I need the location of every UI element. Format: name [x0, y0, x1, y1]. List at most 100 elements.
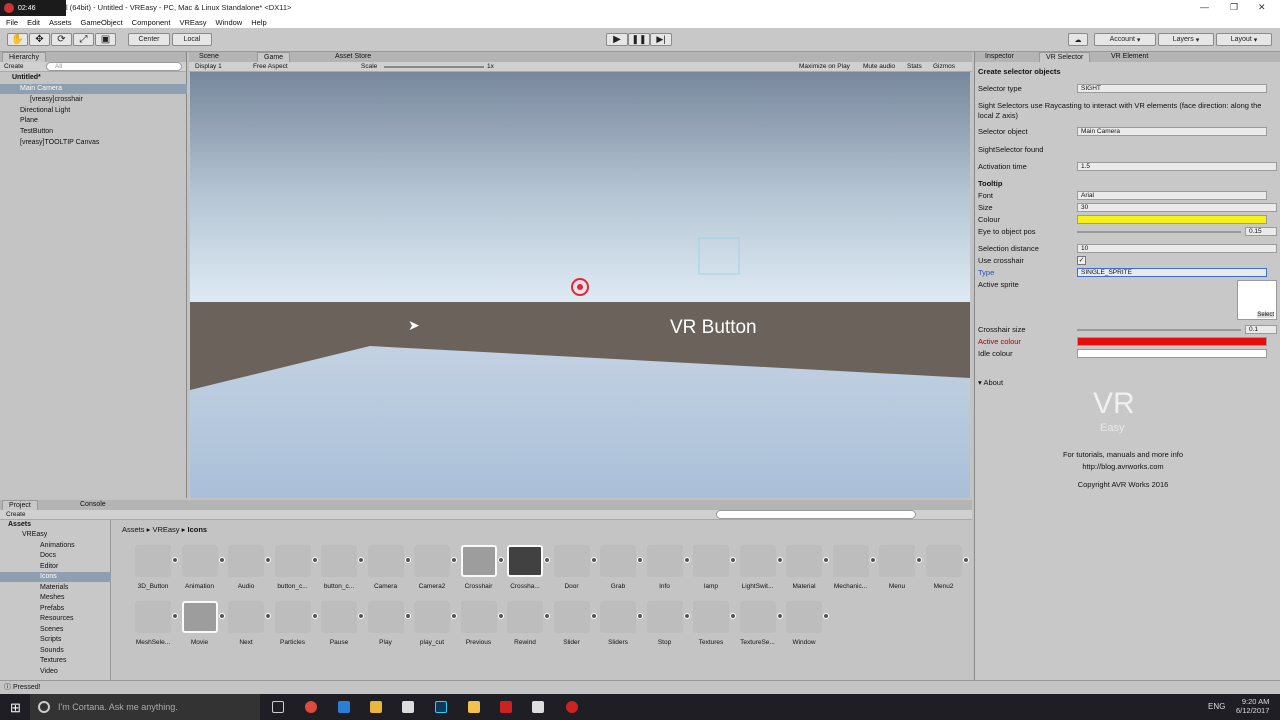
close-icon[interactable]: ✕ [1258, 2, 1266, 13]
selector-type-dropdown[interactable]: SIGHT [1077, 84, 1267, 93]
taskbar-clock[interactable]: 9:20 AM 6/12/2017 [1236, 697, 1269, 715]
tab-asset-store[interactable]: Asset Store [329, 52, 377, 62]
folder-vreasy[interactable]: VREasy [0, 530, 111, 540]
asset-item[interactable]: LightSwit... [735, 545, 783, 597]
type-dropdown[interactable]: SINGLE_SPRITE [1077, 268, 1267, 277]
recorder-icon[interactable] [566, 701, 578, 713]
hierarchy-item-tooltip-canvas[interactable]: [vreasy]TOOLTIP Canvas [0, 138, 187, 148]
menu-help[interactable]: Help [251, 18, 266, 27]
pause-icon[interactable]: ❚❚ [628, 33, 650, 46]
step-icon[interactable]: ▶| [650, 33, 672, 46]
play-icon[interactable]: ▶ [606, 33, 628, 46]
folder-editor[interactable]: Editor [0, 562, 111, 572]
gizmos-dropdown[interactable]: Gizmos [933, 63, 955, 70]
pivot-space-button[interactable]: Local [172, 33, 212, 46]
asset-item[interactable]: Grab [595, 545, 643, 597]
rotate-tool-icon[interactable]: ⟳ [51, 33, 72, 46]
idle-colour-swatch[interactable] [1077, 349, 1267, 358]
selection-distance-field[interactable]: 10 [1077, 244, 1277, 253]
hierarchy-create-button[interactable]: Create [4, 63, 24, 70]
asset-item[interactable]: button_c... [316, 545, 364, 597]
tab-hierarchy[interactable]: Hierarchy [2, 52, 46, 62]
hand-tool-icon[interactable]: ✋ [7, 33, 28, 46]
tab-inspector[interactable]: Inspector [979, 52, 1020, 62]
vr-button-label[interactable]: VR Button [670, 317, 757, 339]
tab-vr-element[interactable]: VR Element [1105, 52, 1154, 62]
breadcrumb-icons[interactable]: Icons [187, 525, 207, 534]
breadcrumb-assets[interactable]: Assets [122, 525, 145, 534]
stats-toggle[interactable]: Stats [907, 63, 922, 70]
scale-tool-icon[interactable]: ⤢ [73, 33, 94, 46]
account-dropdown[interactable]: Account ▾ [1094, 33, 1156, 46]
folder-sounds[interactable]: Sounds [0, 646, 111, 656]
menu-assets[interactable]: Assets [49, 18, 72, 27]
asset-item[interactable]: Sliders [595, 601, 643, 653]
asset-item[interactable]: Material [781, 545, 829, 597]
edge-icon[interactable] [338, 701, 350, 713]
language-indicator[interactable]: ENG [1208, 702, 1225, 711]
hierarchy-item-plane[interactable]: Plane [0, 116, 187, 126]
asset-item[interactable]: Window [781, 601, 829, 653]
font-field[interactable]: Arial [1077, 191, 1267, 200]
asset-item[interactable]: Camera2 [409, 545, 457, 597]
minimize-icon[interactable]: — [1200, 2, 1209, 12]
menu-gameobject[interactable]: GameObject [81, 18, 123, 27]
about-link[interactable]: http://blog.avrworks.com [975, 462, 1271, 471]
unity-icon[interactable] [532, 701, 544, 713]
scale-slider[interactable] [384, 66, 484, 68]
eye-pos-slider[interactable] [1077, 231, 1241, 233]
asset-item[interactable]: Pause [316, 601, 364, 653]
tab-vr-selector[interactable]: VR Selector [1039, 52, 1091, 62]
aspect-dropdown[interactable]: Free Aspect [253, 63, 288, 70]
task-view-icon[interactable] [272, 701, 284, 713]
asset-item[interactable]: Stop [642, 601, 690, 653]
folder-video[interactable]: Video [0, 667, 111, 675]
asset-item[interactable]: Slider [549, 601, 597, 653]
asset-item[interactable]: Door [549, 545, 597, 597]
folder-animations[interactable]: Animations [0, 541, 111, 551]
tab-game[interactable]: Game [257, 52, 291, 62]
menu-window[interactable]: Window [216, 18, 243, 27]
size-field[interactable]: 30 [1077, 203, 1277, 212]
pivot-center-button[interactable]: Center [128, 33, 170, 46]
asset-item[interactable]: Audio [223, 545, 271, 597]
asset-item[interactable]: Crosshair [456, 545, 504, 597]
asset-item[interactable]: lamp [688, 545, 736, 597]
use-crosshair-checkbox[interactable]: ✓ [1077, 256, 1086, 265]
activation-time-field[interactable]: 1.5 [1077, 162, 1277, 171]
selector-object-field[interactable]: Main Camera [1077, 127, 1267, 136]
restore-icon[interactable]: ❐ [1230, 2, 1238, 13]
asset-item[interactable]: Textures [688, 601, 736, 653]
asset-item[interactable]: Movie [177, 601, 225, 653]
asset-item[interactable]: play_cut [409, 601, 457, 653]
scene-root[interactable]: Untitled* [0, 73, 187, 83]
active-colour-swatch[interactable] [1077, 337, 1267, 346]
mute-audio-toggle[interactable]: Mute audio [863, 63, 895, 70]
project-create-button[interactable]: Create [6, 511, 26, 518]
menu-edit[interactable]: Edit [27, 18, 40, 27]
hierarchy-item-main-camera[interactable]: Main Camera [0, 84, 187, 94]
crosshair-size-field[interactable]: 0.1 [1245, 325, 1277, 334]
sprite-select-button[interactable]: Select [1257, 312, 1274, 318]
folder-materials[interactable]: Materials [0, 583, 111, 593]
chrome-icon[interactable] [305, 701, 317, 713]
asset-item[interactable]: Mechanic... [828, 545, 876, 597]
folder-textures[interactable]: Textures [0, 656, 111, 666]
hierarchy-item-testbutton[interactable]: TestButton [0, 127, 187, 137]
asset-item[interactable]: Info [642, 545, 690, 597]
folder-scenes[interactable]: Scenes [0, 625, 111, 635]
tab-scene[interactable]: Scene [193, 52, 225, 62]
folder-docs[interactable]: Docs [0, 551, 111, 561]
asset-item[interactable]: Menu2 [921, 545, 969, 597]
photoshop-icon[interactable] [435, 701, 447, 713]
asset-item[interactable]: Previous [456, 601, 504, 653]
folder-meshes[interactable]: Meshes [0, 593, 111, 603]
asset-expand-icon[interactable] [962, 557, 969, 563]
layout-dropdown[interactable]: Layout ▾ [1216, 33, 1272, 46]
cloud-icon[interactable]: ☁ [1068, 33, 1088, 46]
folder-icons[interactable]: Icons [0, 572, 111, 582]
move-tool-icon[interactable]: ✥ [29, 33, 50, 46]
menu-vreasy[interactable]: VREasy [179, 18, 206, 27]
asset-item[interactable]: Animation [177, 545, 225, 597]
breadcrumb-vreasy[interactable]: VREasy [152, 525, 179, 534]
